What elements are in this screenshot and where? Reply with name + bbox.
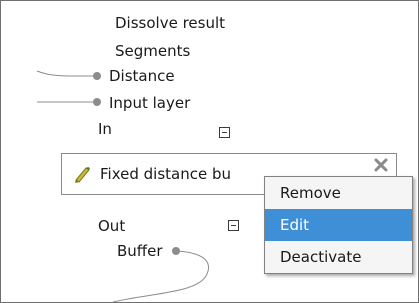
close-icon[interactable]	[374, 158, 388, 172]
param-segments: Segments	[115, 42, 191, 60]
param-dissolve-result: Dissolve result	[115, 14, 226, 32]
param-distance: Distance	[109, 67, 175, 85]
input-layer-port[interactable]	[93, 98, 101, 106]
param-input-layer: Input layer	[109, 94, 191, 112]
menu-item-deactivate[interactable]: Deactivate	[265, 241, 412, 273]
distance-wire	[36, 70, 97, 77]
model-canvas[interactable]: Dissolve result Segments Distance Input …	[0, 0, 419, 303]
context-menu: Remove Edit Deactivate	[264, 176, 413, 274]
menu-item-remove[interactable]: Remove	[265, 177, 412, 209]
output-buffer: Buffer	[117, 242, 163, 260]
in-label: In	[98, 120, 112, 138]
collapse-in-toggle[interactable]	[219, 127, 230, 138]
out-label: Out	[98, 217, 126, 235]
buffer-port[interactable]	[172, 247, 180, 255]
collapse-out-toggle[interactable]	[228, 220, 239, 231]
pencil-icon	[72, 164, 92, 184]
menu-item-edit[interactable]: Edit	[265, 209, 412, 241]
distance-port[interactable]	[93, 72, 101, 80]
algorithm-name: Fixed distance bu	[100, 165, 231, 183]
